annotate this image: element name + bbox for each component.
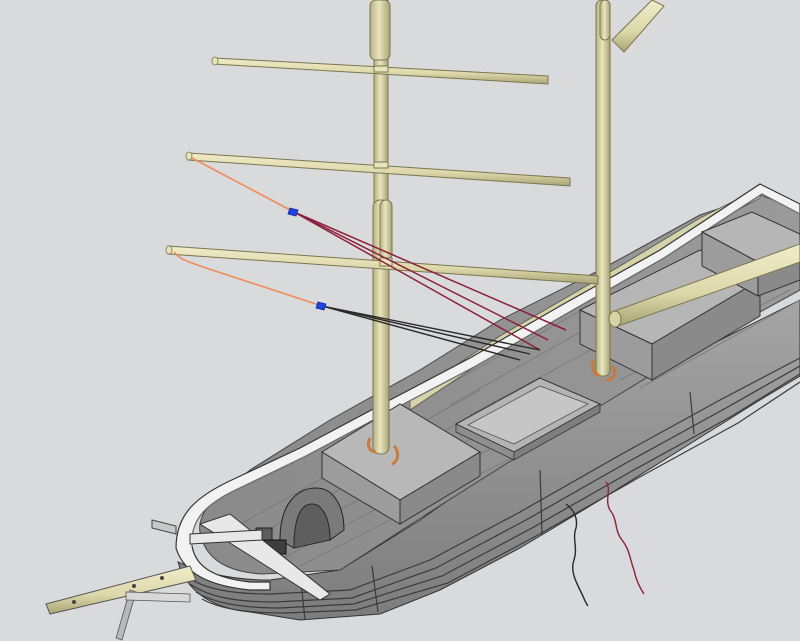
mainmast-gaff[interactable] [611,0,665,53]
pin-icon[interactable] [287,207,299,217]
pin-icon[interactable] [315,301,327,311]
loose-line-black[interactable] [565,503,589,607]
loose-line-maroon[interactable] [605,481,645,595]
mainmast[interactable] [595,0,611,377]
cad-3d-viewport[interactable] [0,0,800,641]
ship-model-scene[interactable] [0,0,800,641]
upper-brace-line-c[interactable] [293,211,541,351]
bowsprit[interactable] [45,519,197,641]
